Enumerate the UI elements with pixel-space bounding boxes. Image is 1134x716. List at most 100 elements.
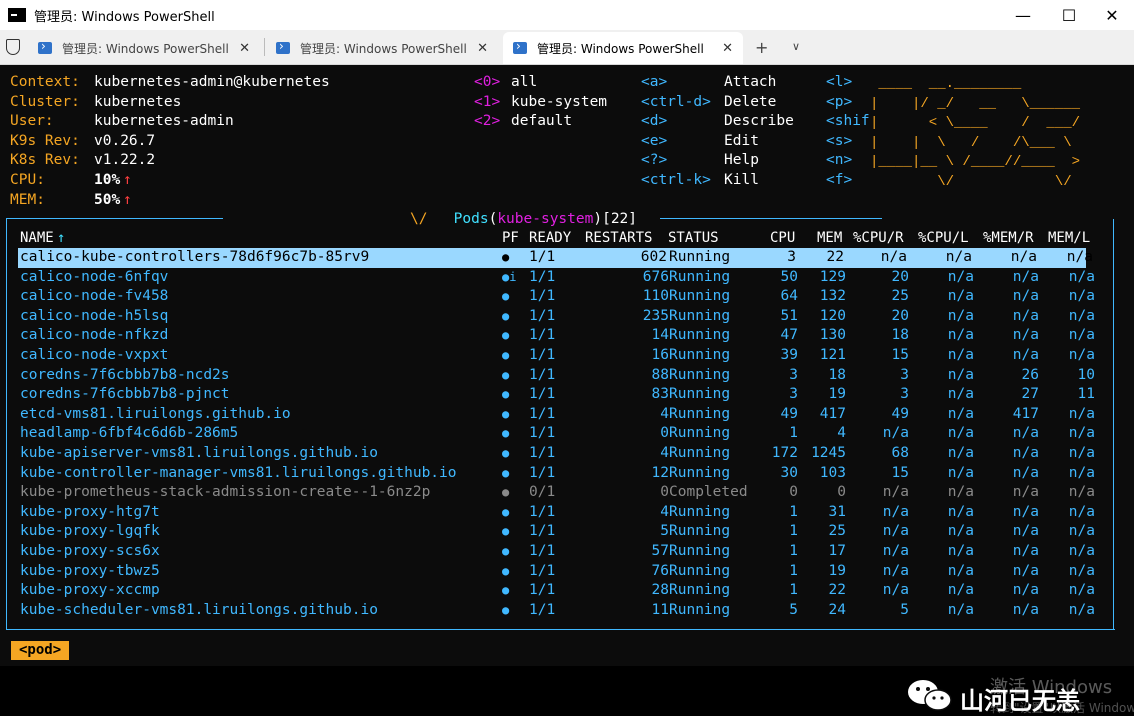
- ns-name[interactable]: all: [511, 73, 537, 93]
- breadcrumb[interactable]: <pod>: [11, 641, 70, 660]
- cell-name: calico-node-6nfqv: [20, 268, 169, 285]
- close-button[interactable]: ✕: [1089, 0, 1134, 30]
- tab-close-icon[interactable]: ✕: [722, 41, 733, 56]
- cell-cpu-r: 15: [891, 464, 909, 481]
- col-mem-r[interactable]: %MEM/R: [983, 229, 1034, 248]
- tab-3-active[interactable]: 管理员: Windows PowerShell ✕: [503, 32, 743, 64]
- hotkey-key[interactable]: <d>: [641, 112, 667, 132]
- cell-cpu-l: n/a: [947, 582, 974, 599]
- hotkey-key[interactable]: <e>: [641, 132, 667, 152]
- new-tab-button[interactable]: +: [755, 38, 768, 57]
- table-row[interactable]: kube-scheduler-vms81.liruilongs.github.i…: [18, 601, 1095, 621]
- cell-cpu: 1: [789, 543, 798, 559]
- table-row[interactable]: calico-node-h5lsq ● 1/1 235 Running 51 120 20 n/…: [18, 307, 1095, 327]
- ns-name[interactable]: default: [511, 112, 572, 132]
- hotkey-action[interactable]: Help: [724, 151, 759, 171]
- cell-cpu-l: n/a: [947, 425, 974, 442]
- cell-cpu-r: n/a: [882, 543, 909, 559]
- cell-restarts: 4: [660, 405, 669, 422]
- cell-mem-r: n/a: [1010, 249, 1037, 265]
- cell-pf: ●: [502, 328, 510, 343]
- table-row[interactable]: kube-controller-manager-vms81.liruilongs…: [18, 464, 1095, 484]
- cell-name: kube-controller-manager-vms81.liruilongs…: [20, 464, 457, 481]
- cell-pf: ●i: [502, 269, 517, 284]
- col-name[interactable]: NAME: [20, 229, 54, 248]
- table-row[interactable]: calico-node-vxpxt ● 1/1 16 Running 39 121 15 n/a…: [18, 346, 1095, 366]
- tab-2[interactable]: 管理员: Windows PowerShell ✕: [266, 32, 498, 64]
- hotkey-key[interactable]: <ctrl-d>: [641, 93, 711, 113]
- hotkey-action[interactable]: Describe: [724, 112, 794, 132]
- hotkey-action[interactable]: Attach: [724, 73, 776, 93]
- cell-mem-r: n/a: [1012, 523, 1039, 540]
- terminal[interactable]: Context: kubernetes-admin@kubernetes Clu…: [0, 65, 1134, 715]
- maximize-button[interactable]: ☐: [1046, 0, 1092, 30]
- cell-mem-r: n/a: [1012, 601, 1039, 618]
- col-status[interactable]: STATUS: [668, 229, 719, 248]
- tab-1[interactable]: 管理员: Windows PowerShell ✕: [28, 32, 260, 64]
- cell-name: etcd-vms81.liruilongs.github.io: [20, 405, 291, 422]
- hotkey-action[interactable]: Delete: [724, 93, 776, 113]
- cell-cpu-r: 20: [891, 268, 909, 285]
- cell-restarts: 76: [651, 562, 669, 579]
- col-cpu-l[interactable]: %CPU/L: [918, 229, 969, 248]
- ns-key[interactable]: <2>: [474, 112, 500, 132]
- ns-name[interactable]: kube-system: [511, 93, 607, 113]
- info-value: v0.26.7: [94, 132, 156, 149]
- table-row[interactable]: kube-proxy-scs6x ● 1/1 57 Running 1 17 n/a n/a n/…: [18, 542, 1095, 562]
- cell-name: kube-proxy-lgqfk: [20, 523, 160, 540]
- frame-title: \/ Pods(kube-system)[22]: [410, 210, 638, 229]
- col-restarts[interactable]: RESTARTS: [585, 229, 652, 248]
- table-row[interactable]: calico-node-6nfqv ●i 1/1 676 Running 50 129 20 n…: [18, 268, 1095, 288]
- hotkey-key[interactable]: <a>: [641, 73, 667, 93]
- cell-cpu: 51: [780, 307, 798, 324]
- hotkey-action[interactable]: Edit: [724, 132, 759, 152]
- hotkey-key[interactable]: <p>: [826, 93, 852, 113]
- col-mem-l[interactable]: MEM/L: [1048, 229, 1090, 248]
- info-label: User:: [10, 113, 54, 130]
- cell-cpu-l: n/a: [947, 523, 974, 540]
- table-row[interactable]: headlamp-6fbf4c6d6b-286m5 ● 1/1 0 Running 1 4 n…: [18, 424, 1095, 444]
- table-row[interactable]: etcd-vms81.liruilongs.github.io ● 1/1 4 Runn…: [18, 405, 1095, 425]
- cell-restarts: 110: [642, 288, 669, 305]
- cell-status: Running: [669, 543, 731, 559]
- tab-close-icon[interactable]: ✕: [477, 41, 488, 56]
- hotkey-key[interactable]: <f>: [826, 171, 852, 191]
- table-row[interactable]: kube-proxy-tbwz5 ● 1/1 76 Running 1 19 n/a n/a n/…: [18, 562, 1095, 582]
- table-row[interactable]: calico-node-fv458 ● 1/1 110 Running 64 132 25 n/…: [18, 287, 1095, 307]
- hotkey-key[interactable]: <l>: [826, 73, 852, 93]
- col-mem[interactable]: MEM: [817, 229, 842, 248]
- cell-restarts: 4: [660, 445, 669, 461]
- table-row-selected[interactable]: calico-kube-controllers-78d6f96c7b-85rv9…: [18, 248, 1093, 268]
- hotkey-key[interactable]: <n>: [826, 151, 852, 171]
- table-row[interactable]: coredns-7f6cbbb7b8-pjnct ● 1/1 83 Running 3 19…: [18, 385, 1095, 405]
- ns-key[interactable]: <0>: [474, 73, 500, 93]
- cell-mem-l: n/a: [1068, 405, 1095, 422]
- minimize-button[interactable]: —: [1000, 0, 1046, 30]
- table-row[interactable]: kube-proxy-htg7t ● 1/1 4 Running 1 31 n/a n/a n/a…: [18, 503, 1095, 523]
- ns-key[interactable]: <1>: [474, 93, 500, 113]
- table-row[interactable]: kube-proxy-lgqfk ● 1/1 5 Running 1 25 n/a n/a n/a…: [18, 522, 1095, 542]
- cell-name: calico-node-nfkzd: [20, 327, 169, 344]
- cell-mem: 0: [837, 484, 846, 501]
- table-row[interactable]: calico-node-nfkzd ● 1/1 14 Running 47 130 18 n/a…: [18, 326, 1095, 346]
- tab-dropdown-button[interactable]: ∨: [792, 40, 800, 53]
- cell-ready: 1/1: [529, 464, 556, 481]
- tab-close-icon[interactable]: ✕: [239, 41, 250, 56]
- table-row[interactable]: kube-apiserver-vms81.liruilongs.github.i…: [18, 444, 1095, 464]
- hotkey-key[interactable]: <s>: [826, 132, 852, 152]
- col-ready[interactable]: READY: [529, 229, 571, 248]
- table-row[interactable]: kube-prometheus-stack-admission-create--…: [18, 483, 1095, 503]
- col-cpu-r[interactable]: %CPU/R: [853, 229, 904, 248]
- table-row[interactable]: coredns-7f6cbbb7b8-ncd2s ● 1/1 88 Running 3 18…: [18, 366, 1095, 386]
- cell-status: Running: [669, 582, 731, 599]
- hotkey-action[interactable]: Kill: [724, 171, 759, 191]
- cell-cpu: 30: [780, 464, 798, 481]
- col-pf[interactable]: PF: [502, 229, 519, 248]
- cell-ready: 1/1: [529, 523, 556, 540]
- powershell-app-icon: [8, 8, 26, 22]
- hotkey-key[interactable]: <?>: [641, 151, 667, 171]
- table-row[interactable]: kube-proxy-xccmp ● 1/1 28 Running 1 22 n/a n/a n/…: [18, 581, 1095, 601]
- col-cpu[interactable]: CPU: [770, 229, 795, 248]
- hotkey-key[interactable]: <shif: [826, 112, 870, 132]
- hotkey-key[interactable]: <ctrl-k>: [641, 171, 711, 191]
